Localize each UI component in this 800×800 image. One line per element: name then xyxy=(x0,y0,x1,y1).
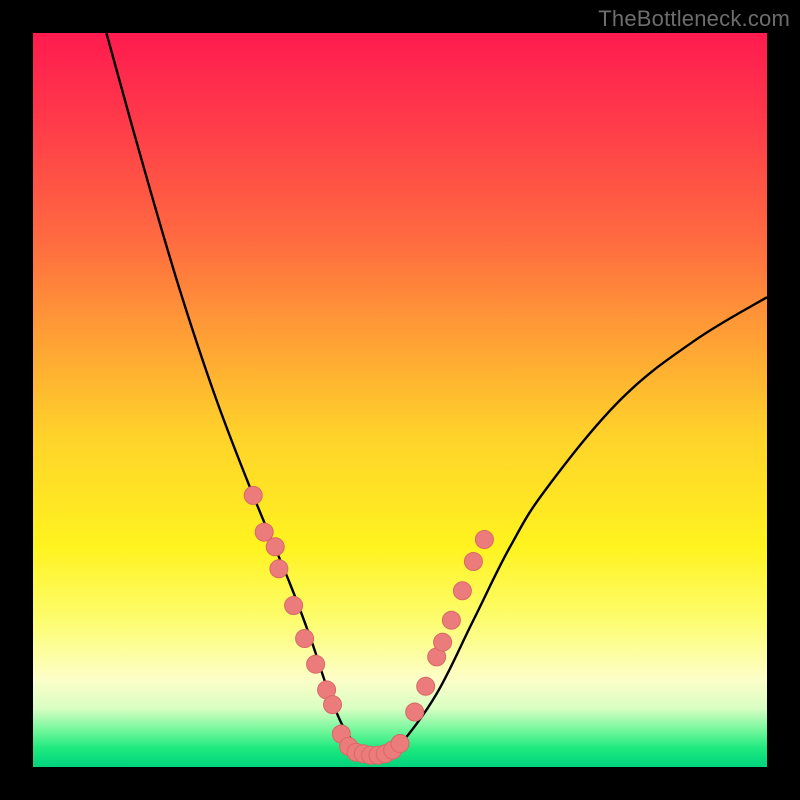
data-point-left-cluster-9 xyxy=(324,696,342,714)
data-point-right-cluster-8 xyxy=(475,531,493,549)
plot-area xyxy=(33,33,767,767)
data-point-left-cluster-5 xyxy=(285,597,303,615)
data-point-left-cluster-4 xyxy=(270,560,288,578)
data-point-right-cluster-7 xyxy=(464,553,482,571)
data-point-right-cluster-2 xyxy=(417,677,435,695)
data-point-left-cluster-7 xyxy=(307,655,325,673)
chart-svg xyxy=(33,33,767,767)
chart-frame: TheBottleneck.com xyxy=(0,0,800,800)
data-point-right-cluster-1 xyxy=(406,703,424,721)
data-point-right-cluster-4 xyxy=(434,633,452,651)
data-point-left-cluster-2 xyxy=(255,523,273,541)
data-point-bottom-9 xyxy=(391,735,409,753)
data-point-left-cluster-6 xyxy=(296,630,314,648)
watermark-text: TheBottleneck.com xyxy=(598,6,790,32)
data-point-right-cluster-5 xyxy=(442,611,460,629)
data-points xyxy=(244,486,493,764)
data-point-right-cluster-6 xyxy=(453,582,471,600)
data-point-left-cluster-3 xyxy=(266,538,284,556)
data-point-left-cluster-1 xyxy=(244,486,262,504)
